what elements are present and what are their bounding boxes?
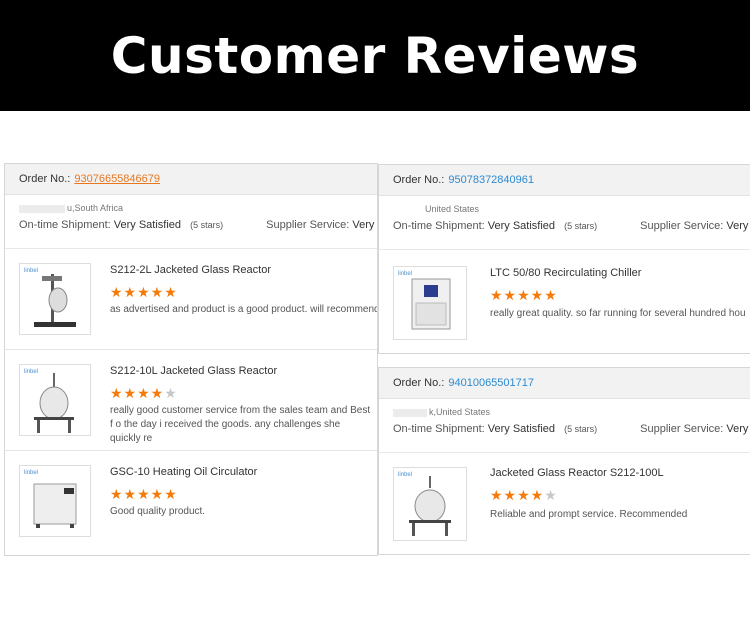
redacted-name — [393, 408, 427, 417]
buyer-meta: u,South Africa On-time Shipment: Very Sa… — [5, 195, 377, 249]
order-bar: Order No.: 94010065501717 — [379, 368, 750, 399]
product-title[interactable]: S212-2L Jacketed Glass Reactor — [110, 264, 271, 276]
page-title: Customer Reviews — [110, 26, 640, 85]
review-card-right-bottom: Order No.: 94010065501717 k,United State… — [378, 367, 750, 555]
review-card-left: Order No.: 93076655846679 u,South Africa… — [4, 163, 378, 556]
order-label: Order No.: — [393, 174, 445, 186]
order-number-link[interactable]: 94010065501717 — [448, 377, 534, 389]
reactor-image — [34, 274, 76, 327]
buyer-location: United States — [393, 204, 750, 214]
order-number-link[interactable]: 93076655846679 — [74, 173, 160, 185]
review-item: linbel S212-10L Jacketed Glass Reactor ★… — [5, 350, 377, 451]
buyer-meta: United States On-time Shipment: Very Sat… — [379, 196, 750, 250]
chiller-image — [411, 278, 451, 330]
review-card-right-top: Order No.: 95078372840961 United States … — [378, 164, 750, 354]
reactor-image — [34, 373, 74, 433]
review-item: linbel Jacketed Glass Reactor S212-100L … — [379, 453, 750, 554]
product-thumbnail[interactable]: linbel — [19, 364, 91, 436]
product-title[interactable]: LTC 50/80 Recirculating Chiller — [490, 267, 641, 279]
reactor-image — [409, 476, 451, 536]
rating-stars: ★★★★★ — [110, 486, 178, 502]
review-comment: Good quality product. — [110, 506, 206, 517]
redacted-name — [19, 204, 65, 213]
product-thumbnail[interactable]: linbel — [393, 266, 467, 340]
order-label: Order No.: — [393, 377, 445, 389]
product-thumbnail[interactable]: linbel — [19, 465, 91, 537]
order-bar: Order No.: 93076655846679 — [5, 164, 377, 195]
rating-stars: ★★★★★ — [110, 284, 178, 300]
ratings-row: On-time Shipment: Very Satisfied (5 star… — [393, 423, 750, 435]
review-item: linbel GSC-10 Heating Oil Circulator ★★★… — [5, 451, 377, 551]
product-title[interactable]: Jacketed Glass Reactor S212-100L — [490, 467, 664, 479]
review-item: linbel LTC 50/80 Recirculating Chiller ★… — [379, 250, 750, 353]
review-comment: really good customer service from the sa… — [110, 405, 371, 444]
review-item: linbel S212-2L Jacketed Glass Reactor ★★… — [5, 249, 377, 350]
circulator-image — [33, 483, 77, 528]
rating-stars: ★★★★★ — [110, 385, 178, 401]
order-label: Order No.: — [19, 173, 71, 185]
review-comment: Reliable and prompt service. Recommended — [490, 509, 688, 520]
review-comment: really great quality. so far running for… — [490, 308, 746, 319]
product-title[interactable]: GSC-10 Heating Oil Circulator — [110, 466, 257, 478]
product-thumbnail[interactable]: linbel — [19, 263, 91, 335]
redacted-name — [393, 205, 423, 214]
ratings-row: On-time Shipment: Very Satisfied (5 star… — [393, 220, 750, 232]
rating-stars: ★★★★★ — [490, 287, 558, 303]
buyer-location: k,United States — [393, 407, 750, 417]
product-thumbnail[interactable]: linbel — [393, 467, 467, 541]
rating-stars: ★★★★★ — [490, 487, 558, 503]
header-banner: Customer Reviews — [0, 0, 750, 111]
buyer-location: u,South Africa — [19, 203, 377, 213]
buyer-meta: k,United States On-time Shipment: Very S… — [379, 399, 750, 453]
order-number-link[interactable]: 95078372840961 — [448, 174, 534, 186]
review-comment: as advertised and product is a good prod… — [110, 304, 378, 315]
product-title[interactable]: S212-10L Jacketed Glass Reactor — [110, 365, 277, 377]
order-bar: Order No.: 95078372840961 — [379, 165, 750, 196]
ratings-row: On-time Shipment: Very Satisfied (5 star… — [19, 219, 377, 231]
